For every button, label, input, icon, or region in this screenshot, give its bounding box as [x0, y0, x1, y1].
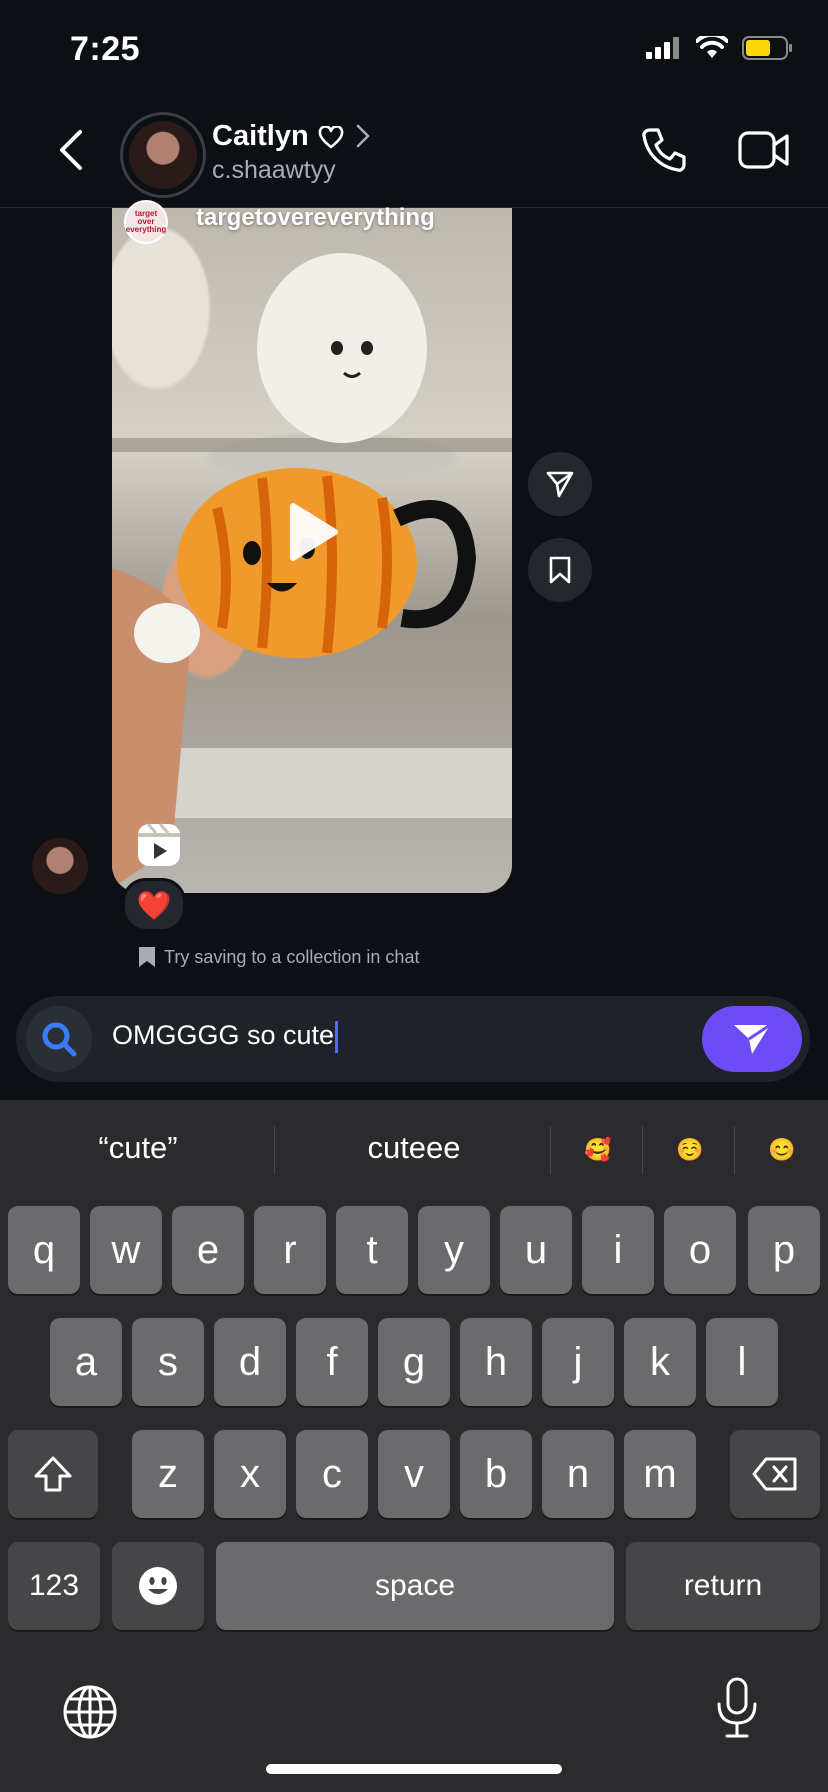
key-d[interactable]: d [214, 1318, 286, 1406]
key-z[interactable]: z [132, 1430, 204, 1518]
globe-button[interactable] [62, 1684, 118, 1745]
key-r[interactable]: r [254, 1206, 326, 1294]
contact-handle: c.shaawtyy [212, 156, 336, 184]
home-indicator[interactable] [266, 1764, 562, 1774]
suggestion-divider [734, 1126, 735, 1174]
shift-icon [34, 1456, 72, 1492]
collection-hint-text: Try saving to a collection in chat [164, 946, 420, 967]
key-e[interactable]: e [172, 1206, 244, 1294]
key-s[interactable]: s [132, 1318, 204, 1406]
wifi-icon [696, 36, 728, 58]
message-input[interactable]: OMGGGG so cute [112, 1020, 339, 1053]
send-plane-icon [734, 1023, 771, 1054]
sender-avatar[interactable] [32, 838, 88, 894]
send-button[interactable] [702, 1006, 802, 1072]
suggestion-1[interactable]: “cute” [40, 1130, 236, 1166]
backspace-icon [752, 1457, 797, 1491]
key-h[interactable]: h [460, 1318, 532, 1406]
key-a[interactable]: a [50, 1318, 122, 1406]
chat-header: Caitlyn c.shaawtyy [0, 92, 828, 208]
contact-name[interactable]: Caitlyn [212, 120, 309, 153]
message-input-text: OMGGGG so cute [112, 1020, 335, 1050]
shift-key[interactable] [8, 1430, 98, 1518]
status-icons [646, 36, 794, 60]
video-call-button[interactable] [738, 130, 790, 175]
key-q[interactable]: q [8, 1206, 80, 1294]
chevron-left-icon [60, 130, 82, 170]
numbers-key[interactable]: 123 [8, 1542, 100, 1630]
avatar-image [129, 121, 197, 189]
video-camera-icon [738, 131, 789, 169]
reaction-heart[interactable]: ❤️ [122, 878, 186, 932]
emoji-suggestion-1[interactable]: 🥰 [576, 1128, 620, 1172]
microphone-icon [717, 1677, 757, 1738]
emoji-suggestion-3[interactable]: 😊 [760, 1128, 804, 1172]
return-key[interactable]: return [626, 1542, 820, 1630]
key-o[interactable]: o [664, 1206, 736, 1294]
text-caret [335, 1020, 339, 1053]
battery-icon [742, 36, 792, 60]
dictation-button[interactable] [714, 1676, 760, 1745]
contact-avatar[interactable] [120, 112, 206, 198]
key-c[interactable]: c [296, 1430, 368, 1518]
status-time: 7:25 [70, 30, 141, 68]
key-t[interactable]: t [336, 1206, 408, 1294]
key-x[interactable]: x [214, 1430, 286, 1518]
key-m[interactable]: m [624, 1430, 696, 1518]
back-button[interactable] [50, 126, 96, 174]
search-button[interactable] [26, 1006, 92, 1072]
key-b[interactable]: b [460, 1430, 532, 1518]
bookmark-filled-icon [139, 947, 155, 967]
key-g[interactable]: g [378, 1318, 450, 1406]
globe-icon [63, 1685, 117, 1739]
suggestion-2[interactable]: cuteee [300, 1130, 528, 1166]
suggestion-divider [274, 1126, 275, 1174]
key-n[interactable]: n [542, 1430, 614, 1518]
reel-source-avatar[interactable]: target over everything [124, 200, 168, 244]
emoji-face-icon [139, 1567, 177, 1605]
emoji-key[interactable] [112, 1542, 204, 1630]
search-icon [42, 1022, 77, 1057]
chevron-right-icon[interactable] [354, 122, 372, 150]
suggestion-divider [550, 1126, 551, 1174]
key-p[interactable]: p [748, 1206, 820, 1294]
reel-source-username[interactable]: targetovereverything [196, 204, 435, 232]
space-key[interactable]: space [216, 1542, 614, 1630]
delete-key[interactable] [730, 1430, 820, 1518]
reels-icon [136, 822, 182, 873]
key-f[interactable]: f [296, 1318, 368, 1406]
phone-icon [642, 128, 686, 172]
key-k[interactable]: k [624, 1318, 696, 1406]
key-w[interactable]: w [90, 1206, 162, 1294]
key-v[interactable]: v [378, 1430, 450, 1518]
key-u[interactable]: u [500, 1206, 572, 1294]
signal-icon [646, 37, 679, 59]
key-i[interactable]: i [582, 1206, 654, 1294]
save-button[interactable] [528, 538, 592, 602]
heart-outline-icon [318, 126, 344, 149]
suggestion-divider [642, 1126, 643, 1174]
shared-reel[interactable] [112, 208, 512, 893]
key-y[interactable]: y [418, 1206, 490, 1294]
bookmark-icon [549, 556, 571, 584]
collection-hint[interactable]: Try saving to a collection in chat [138, 946, 419, 968]
share-button[interactable] [528, 452, 592, 516]
paper-plane-icon [546, 471, 574, 498]
audio-call-button[interactable] [640, 126, 688, 179]
key-j[interactable]: j [542, 1318, 614, 1406]
emoji-suggestion-2[interactable]: ☺️ [668, 1128, 712, 1172]
play-icon[interactable] [285, 500, 341, 564]
key-l[interactable]: l [706, 1318, 778, 1406]
